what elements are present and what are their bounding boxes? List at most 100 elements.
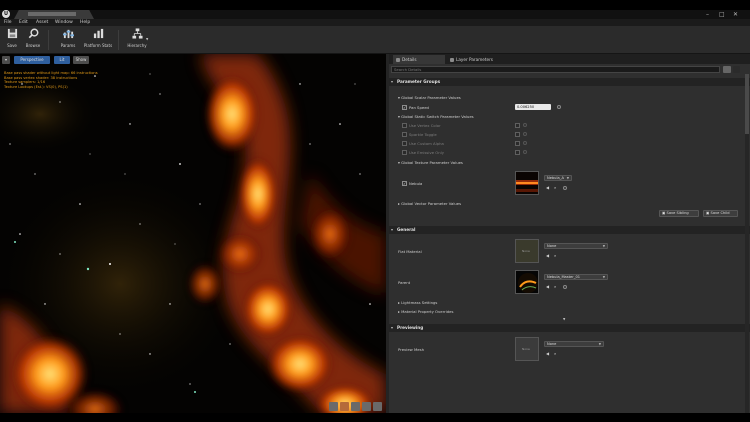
maximize-button[interactable]: □ [719,11,725,18]
reset-to-default-icon[interactable] [557,105,561,109]
menu-help[interactable]: Help [80,20,90,25]
advanced-expand-icon[interactable]: ▼ [563,317,565,322]
browse-asset-icon[interactable]: ⌕ [554,351,556,356]
nebula-texture-thumbnail[interactable] [515,171,539,195]
lightmass-settings-expander[interactable]: ▸ Lightmass Settings [398,300,437,305]
tab-layer-parameters-label: Layer Parameters [456,57,493,62]
reset-to-default-icon[interactable] [563,285,567,289]
tab-layer-parameters[interactable]: Layer Parameters [447,55,507,64]
browse-asset-icon[interactable]: ⌕ [554,253,556,258]
show-button[interactable]: Show [73,56,89,64]
minimize-button[interactable]: – [706,11,709,18]
save-child-button[interactable]: ▣ Save Child [703,210,738,217]
use-selected-asset-icon[interactable]: ◀ [546,185,549,190]
browse-icon [28,28,38,39]
sphere-preview-button[interactable] [340,402,349,411]
save-button[interactable]: Save [3,28,21,52]
parent-dropdown[interactable]: Nebula_Master_01 ▼ [544,274,608,280]
preview-mesh-value: None [547,342,557,346]
flat-material-dropdown[interactable]: None ▼ [544,243,608,249]
reset-to-default-icon[interactable] [563,186,567,190]
params-button[interactable]: Params [57,28,79,52]
plane-preview-button[interactable] [351,402,360,411]
section-title: General [397,227,416,232]
eye-icon[interactable] [733,66,740,73]
details-scrollbar[interactable] [745,74,749,413]
switch-value-checkbox[interactable] [515,141,520,146]
close-window-button[interactable]: ✕ [733,11,738,18]
scrollbar-thumb[interactable] [745,74,749,134]
browse-button[interactable]: Browse [23,28,43,52]
pan-speed-checkbox[interactable]: ✓ [402,105,407,110]
view-options-icon[interactable] [723,66,731,73]
switch-value-checkbox[interactable] [515,123,520,128]
tab-details[interactable]: Details [393,55,445,64]
pan-speed-input[interactable]: 0.006250 [515,104,551,110]
switch-param-checkbox[interactable] [402,132,407,137]
preview-mesh-thumbnail[interactable]: None [515,337,539,361]
switch-value-checkbox[interactable] [515,150,520,155]
sub-section-title: Lightmass Settings [401,300,438,305]
menu-file[interactable]: File [4,20,12,25]
toolbar-separator [48,30,49,50]
switch-param-checkbox[interactable] [402,123,407,128]
group-static-switch-parameters[interactable]: ▾ Global Static Switch Parameter Values [398,114,474,119]
reset-to-default-icon[interactable] [523,132,527,136]
nebula-texture-label: Nebula [409,181,423,186]
group-scalar-parameters[interactable]: ▾ Global Scalar Parameter Values [398,95,461,100]
params-label: Params [60,43,76,48]
details-search-input[interactable]: Search Details [391,66,720,73]
parent-material-thumbnail[interactable] [515,270,539,294]
browse-asset-icon[interactable]: ⌕ [554,284,556,289]
shader-stats: Base pass shader without light map: 66 i… [4,71,154,89]
lit-button[interactable]: Lit [54,56,70,64]
preview-mesh-dropdown[interactable]: None ▼ [544,341,604,347]
none-thumbnail-text: None [522,347,530,351]
menu-asset[interactable]: Asset [36,20,48,25]
mesh-preview-button[interactable] [373,402,382,411]
use-selected-asset-icon[interactable]: ◀ [546,253,549,258]
pan-speed-label: Pan Speed [409,105,429,110]
switch-param-label: Use Vertex Color [409,123,441,128]
unreal-logo-icon: U [2,10,10,18]
save-sibling-button[interactable]: ▣ Save Sibling [659,210,699,217]
material-property-overrides-expander[interactable]: ▸ Material Property Overrides [398,309,453,314]
reset-to-default-icon[interactable] [523,141,527,145]
browse-asset-icon[interactable]: ⌕ [554,185,556,190]
menu-edit[interactable]: Edit [19,20,28,25]
menu-window[interactable]: Window [55,20,73,25]
reset-to-default-icon[interactable] [523,150,527,154]
document-tab[interactable] [14,10,94,19]
switch-value-checkbox[interactable] [515,132,520,137]
flat-material-thumbnail[interactable]: None [515,239,539,263]
hierarchy-dropdown-icon[interactable]: ▼ [146,37,148,42]
use-selected-asset-icon[interactable]: ◀ [546,351,549,356]
switch-param-checkbox[interactable] [402,141,407,146]
switch-param-checkbox[interactable] [402,150,407,155]
reset-to-default-icon[interactable] [523,123,527,127]
save-label: Save [7,43,17,48]
nebula-preview [0,54,386,413]
section-parameter-groups[interactable]: ▾ Parameter Groups [389,78,750,86]
group-texture-parameters[interactable]: ▾ Global Texture Parameter Values [398,160,463,165]
stats-line: Texture Lookups (Est.): VS(0), PS(1) [4,84,68,89]
cylinder-preview-button[interactable] [329,402,338,411]
use-selected-asset-icon[interactable]: ◀ [546,284,549,289]
viewport-options-button[interactable]: ▾ [2,56,10,64]
texture-preview [516,172,538,194]
menu-bar: File Edit Asset Window Help [0,19,750,26]
group-vector-parameters[interactable]: ▸ Global Vector Parameter Values [398,201,461,206]
section-general[interactable]: ▾ General [389,226,750,234]
platform-stats-button[interactable]: Platform Stats [82,28,114,52]
section-previewing[interactable]: ▾ Previewing [389,324,750,332]
cube-preview-button[interactable] [362,402,371,411]
material-preview-viewport[interactable]: ▾ Perspective Lit Show Base pass shader … [0,54,386,413]
preview-shape-buttons [329,402,383,411]
nebula-texture-dropdown[interactable]: Nebula_A ▼ [544,175,572,181]
perspective-button[interactable]: Perspective [14,56,50,64]
material-instance-editor: U – □ ✕ File Edit Asset Window Help Save… [0,10,750,413]
chevron-down-icon: ▼ [602,244,605,248]
details-tab-icon [396,58,400,62]
nebula-texture-checkbox[interactable]: ✓ [402,181,407,186]
document-tab-label [28,12,76,16]
